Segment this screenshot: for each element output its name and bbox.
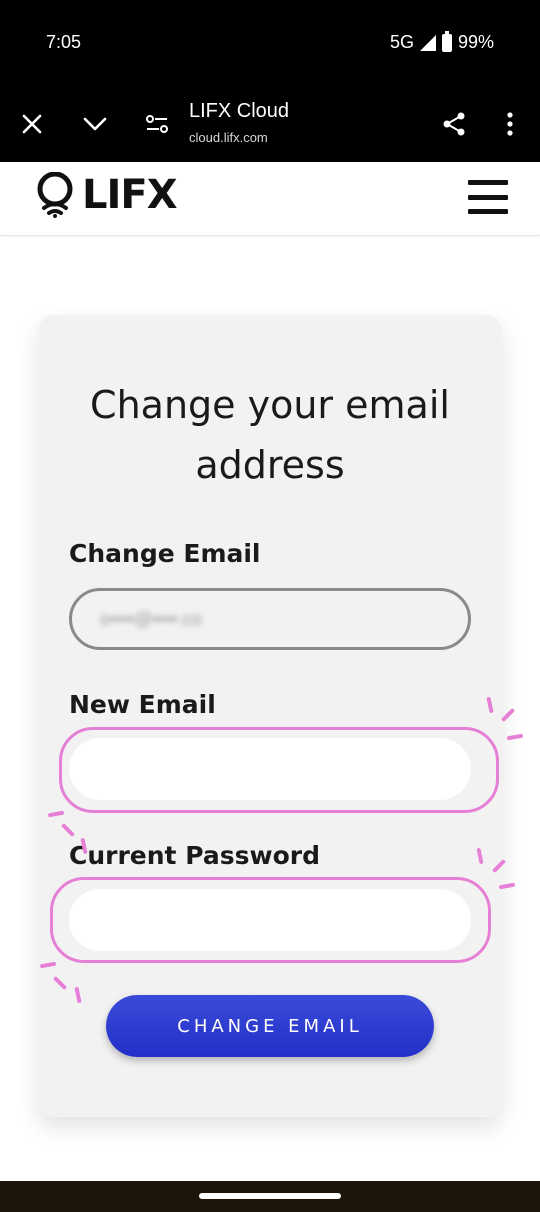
chevron-down-icon[interactable] (77, 106, 113, 142)
status-bar: 7:05 5G 99% (0, 0, 540, 86)
card-title-line2: address (195, 443, 345, 487)
current-email-field: s••••@••••.co (69, 588, 471, 650)
signal-icon (419, 34, 436, 51)
change-email-card: Change your email address Change Email s… (39, 315, 501, 1117)
new-email-input[interactable] (69, 738, 471, 800)
site-settings-icon[interactable] (139, 106, 175, 142)
system-nav-bar (0, 1181, 540, 1212)
page-title[interactable]: LIFX Cloud (189, 100, 289, 123)
card-title-line1: Change your email (90, 383, 450, 427)
share-icon[interactable] (436, 106, 472, 142)
change-email-button[interactable]: CHANGE EMAIL (106, 995, 434, 1057)
page-url[interactable]: cloud.lifx.com (189, 130, 268, 145)
new-email-label: New Email (69, 690, 216, 719)
current-email-value: s••••@••••.co (100, 609, 202, 629)
close-icon[interactable] (14, 106, 50, 142)
card-title: Change your email address (39, 375, 501, 495)
logo-text: LIFX (82, 172, 178, 218)
status-time: 7:05 (46, 32, 82, 52)
browser-toolbar: LIFX Cloud cloud.lifx.com (0, 86, 540, 162)
battery-icon (441, 30, 452, 52)
site-header: LIFX (0, 162, 540, 236)
status-indicators: 5G 99% (389, 30, 494, 53)
battery-level: 99% (457, 32, 494, 52)
lifx-logo[interactable]: LIFX (36, 172, 178, 218)
more-options-icon[interactable] (492, 106, 528, 142)
home-indicator[interactable] (199, 1193, 341, 1199)
bulb-wifi-icon (37, 172, 73, 218)
current-password-label: Current Password (69, 841, 320, 870)
change-email-label: Change Email (69, 539, 261, 568)
network-label: 5G (389, 32, 414, 52)
current-password-input[interactable] (69, 889, 471, 951)
hamburger-menu-icon[interactable] (468, 180, 508, 214)
